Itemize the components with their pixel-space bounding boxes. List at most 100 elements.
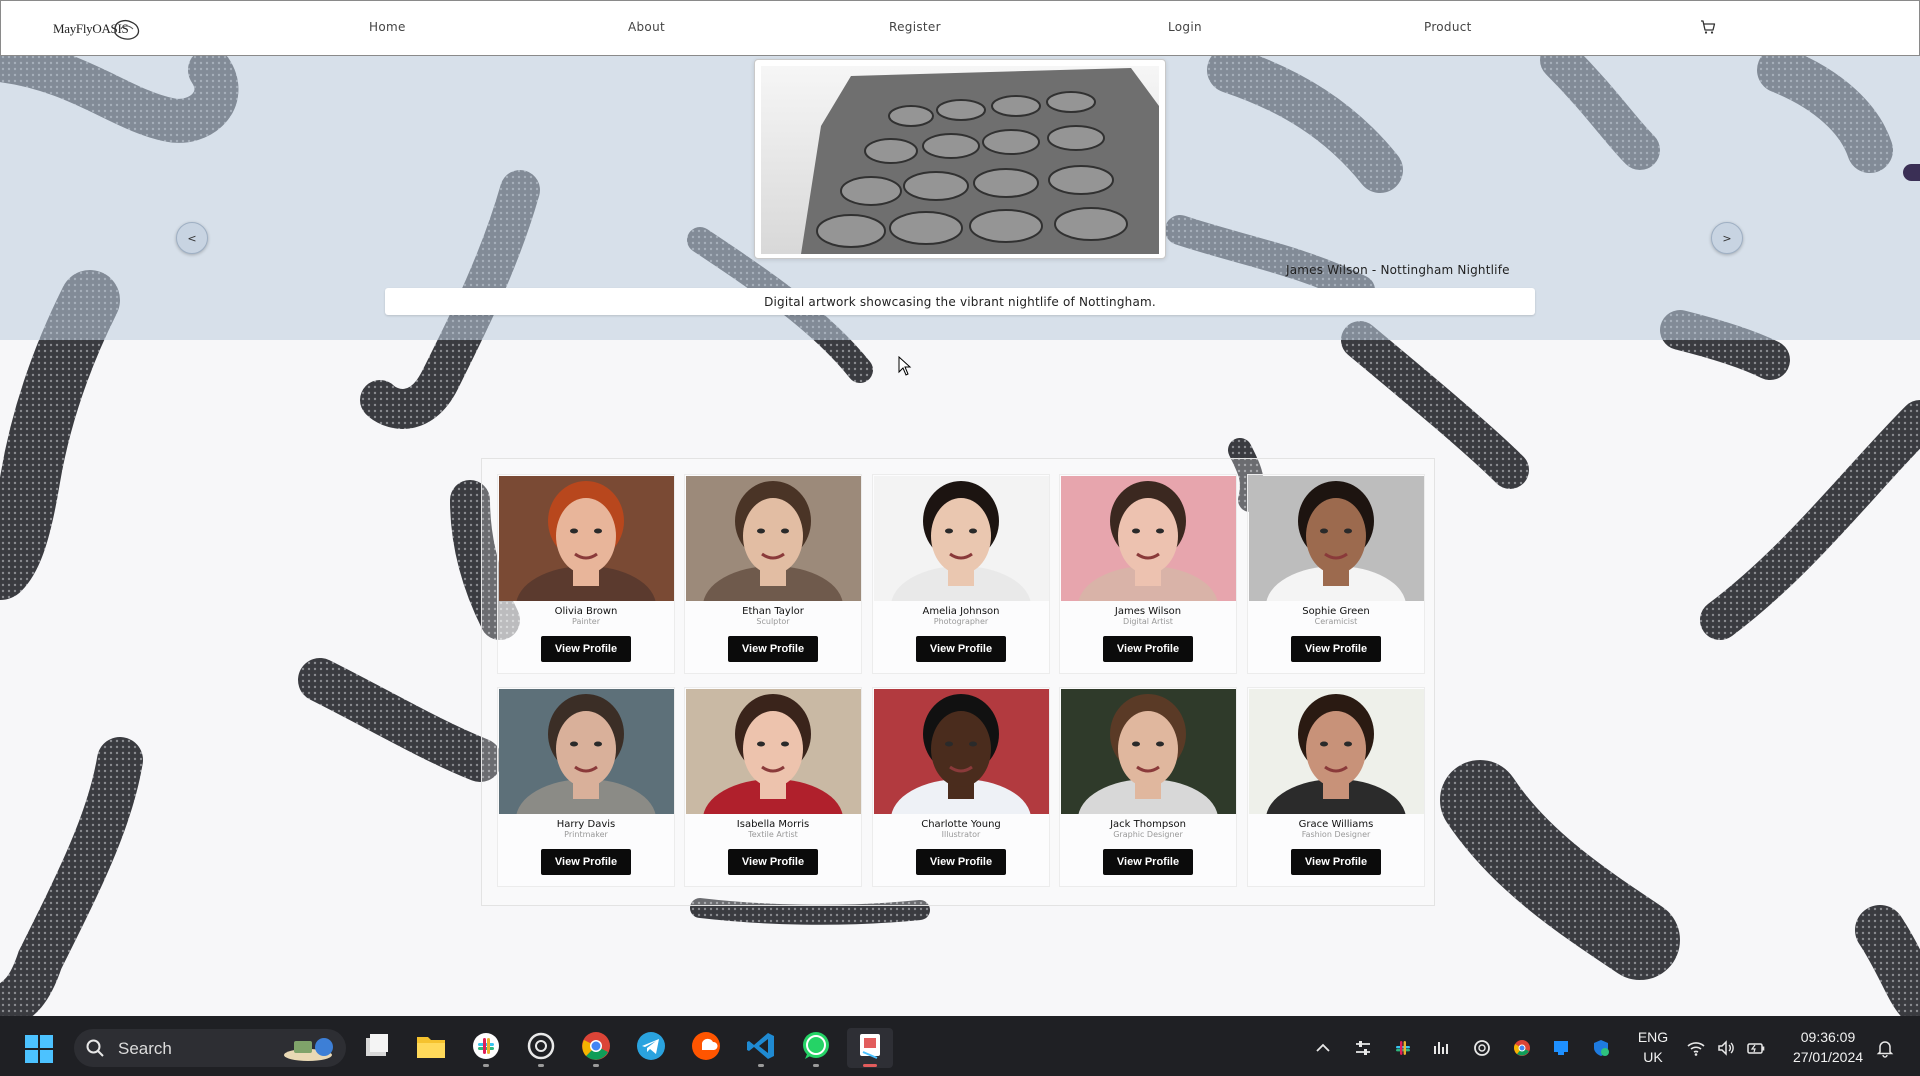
profile-role: Painter (571, 617, 600, 626)
search-highlight-illustration-icon (284, 1038, 333, 1061)
carousel-prev-button[interactable]: < (176, 222, 208, 254)
profile-role: Illustrator (941, 830, 981, 839)
chevron-up-icon[interactable] (1313, 1038, 1333, 1058)
language-indicator[interactable]: ENG (1634, 1029, 1672, 1045)
volume-icon[interactable] (1716, 1038, 1736, 1058)
profile-photo (686, 476, 861, 601)
profile-card: Olivia Brown Painter View Profile (497, 474, 675, 674)
profile-name: James Wilson (1114, 606, 1182, 617)
profile-role: Textile Artist (748, 830, 798, 839)
profile-name: Olivia Brown (554, 606, 618, 617)
profile-role: Printmaker (564, 830, 608, 839)
profile-role: Graphic Designer (1113, 830, 1183, 839)
hero-image-frame (754, 59, 1166, 259)
profile-name: Sophie Green (1302, 606, 1370, 617)
clock-time[interactable]: 09:36:09 (1784, 1029, 1872, 1045)
file-explorer-icon (417, 1037, 445, 1058)
nav-about-link[interactable]: About (628, 20, 665, 34)
profile-card: Amelia Johnson Photographer View Profile (872, 474, 1050, 674)
taskbar-file-explorer-app[interactable] (413, 1028, 449, 1068)
profile-card: Harry Davis Printmaker View Profile (497, 687, 675, 887)
view-profile-button[interactable]: View Profile (916, 636, 1006, 662)
telegram-icon (637, 1032, 665, 1060)
tray-chrome-icon[interactable] (1512, 1038, 1532, 1058)
view-profile-button[interactable]: View Profile (916, 849, 1006, 875)
profile-role: Ceramicist (1314, 617, 1358, 626)
hero-carousel: < > James Wilson - Nottingham Nightlife … (0, 56, 1920, 340)
profile-photo (499, 476, 674, 601)
view-profile-button[interactable]: View Profile (728, 636, 818, 662)
taskbar-chrome-app[interactable] (578, 1028, 614, 1068)
profile-role: Digital Artist (1123, 617, 1173, 626)
taskbar-soundcloud-app[interactable] (688, 1028, 724, 1068)
clock-date[interactable]: 27/01/2024 (1784, 1049, 1872, 1065)
view-profile-button[interactable]: View Profile (1103, 636, 1193, 662)
profile-role: Fashion Designer (1301, 830, 1371, 839)
taskbar-slack-app[interactable] (468, 1028, 504, 1068)
view-profile-button[interactable]: View Profile (1291, 636, 1381, 662)
taskbar-vscode-app[interactable] (743, 1028, 779, 1068)
nav-product-link[interactable]: Product (1424, 20, 1472, 34)
tray-security-shield-icon[interactable] (1591, 1038, 1611, 1058)
profile-photo (686, 689, 861, 814)
cart-icon[interactable] (1700, 19, 1716, 35)
tray-chart-icon[interactable] (1432, 1038, 1452, 1058)
profile-role: Sculptor (756, 617, 790, 626)
search-icon (86, 1039, 104, 1057)
soundcloud-icon (692, 1032, 720, 1060)
profile-photo (1061, 476, 1236, 601)
site-logo[interactable]: MayFlyOASIS (53, 17, 141, 43)
battery-icon[interactable] (1746, 1038, 1766, 1058)
tray-chatgpt-icon[interactable] (1472, 1038, 1492, 1058)
taskbar-telegram-app[interactable] (633, 1028, 669, 1068)
notification-bell-icon[interactable] (1875, 1038, 1895, 1058)
search-placeholder: Search (118, 1039, 172, 1058)
nav-home-link[interactable]: Home (369, 20, 406, 34)
region-indicator[interactable]: UK (1634, 1049, 1672, 1065)
profile-name: Amelia Johnson (922, 606, 1000, 617)
files-icon (366, 1034, 388, 1056)
tray-settings-sliders-icon[interactable] (1353, 1038, 1373, 1058)
nav-register-link[interactable]: Register (889, 20, 941, 34)
profile-photo (1249, 476, 1424, 601)
windows-taskbar: Search ENG UK 09:36:09 27/01/2024 (0, 1016, 1920, 1076)
profile-name: Charlotte Young (921, 819, 1001, 830)
profile-card: Ethan Taylor Sculptor View Profile (684, 474, 862, 674)
profile-card: Grace Williams Fashion Designer View Profi… (1247, 687, 1425, 887)
chrome-icon (582, 1032, 610, 1060)
profile-role: Photographer (933, 617, 989, 626)
hero-description: Digital artwork showcasing the vibrant n… (385, 288, 1535, 315)
taskbar-whatsapp-app[interactable] (798, 1028, 834, 1068)
taskbar-files-app[interactable] (358, 1028, 394, 1068)
nav-login-link[interactable]: Login (1168, 20, 1202, 34)
chatgpt-icon (527, 1032, 555, 1060)
view-profile-button[interactable]: View Profile (541, 849, 631, 875)
taskbar-chatgpt-app[interactable] (523, 1028, 559, 1068)
taskbar-snipping-tool-app[interactable] (847, 1028, 893, 1068)
profile-photo (874, 476, 1049, 601)
profile-name: Isabella Morris (736, 819, 810, 830)
profile-card: Sophie Green Ceramicist View Profile (1247, 474, 1425, 674)
wifi-icon[interactable] (1686, 1038, 1706, 1058)
view-profile-button[interactable]: View Profile (1291, 849, 1381, 875)
vscode-icon (747, 1033, 774, 1059)
profile-photo (1061, 689, 1236, 814)
profile-name: Grace Williams (1298, 819, 1374, 830)
profile-card: James Wilson Digital Artist View Profile (1059, 474, 1237, 674)
snipping-tool-icon (860, 1034, 880, 1059)
view-profile-button[interactable]: View Profile (1103, 849, 1193, 875)
tray-blue-app-icon[interactable] (1551, 1038, 1571, 1058)
tray-slack-icon[interactable] (1393, 1038, 1413, 1058)
view-profile-button[interactable]: View Profile (541, 636, 631, 662)
profile-photo (499, 689, 674, 814)
profile-card: Isabella Morris Textile Artist View Profil… (684, 687, 862, 887)
hero-caption: James Wilson - Nottingham Nightlife (1286, 263, 1510, 277)
hero-artwork-image (761, 66, 1159, 254)
top-navbar: MayFlyOASIS Home About Register Login Pr… (0, 0, 1920, 56)
edge-widget-icon[interactable] (1903, 164, 1920, 181)
windows-start-icon[interactable] (24, 1034, 54, 1064)
view-profile-button[interactable]: View Profile (728, 849, 818, 875)
profile-card: Jack Thompson Graphic Designer View Profil… (1059, 687, 1237, 887)
taskbar-search-box[interactable]: Search (74, 1029, 346, 1067)
carousel-next-button[interactable]: > (1711, 222, 1743, 254)
